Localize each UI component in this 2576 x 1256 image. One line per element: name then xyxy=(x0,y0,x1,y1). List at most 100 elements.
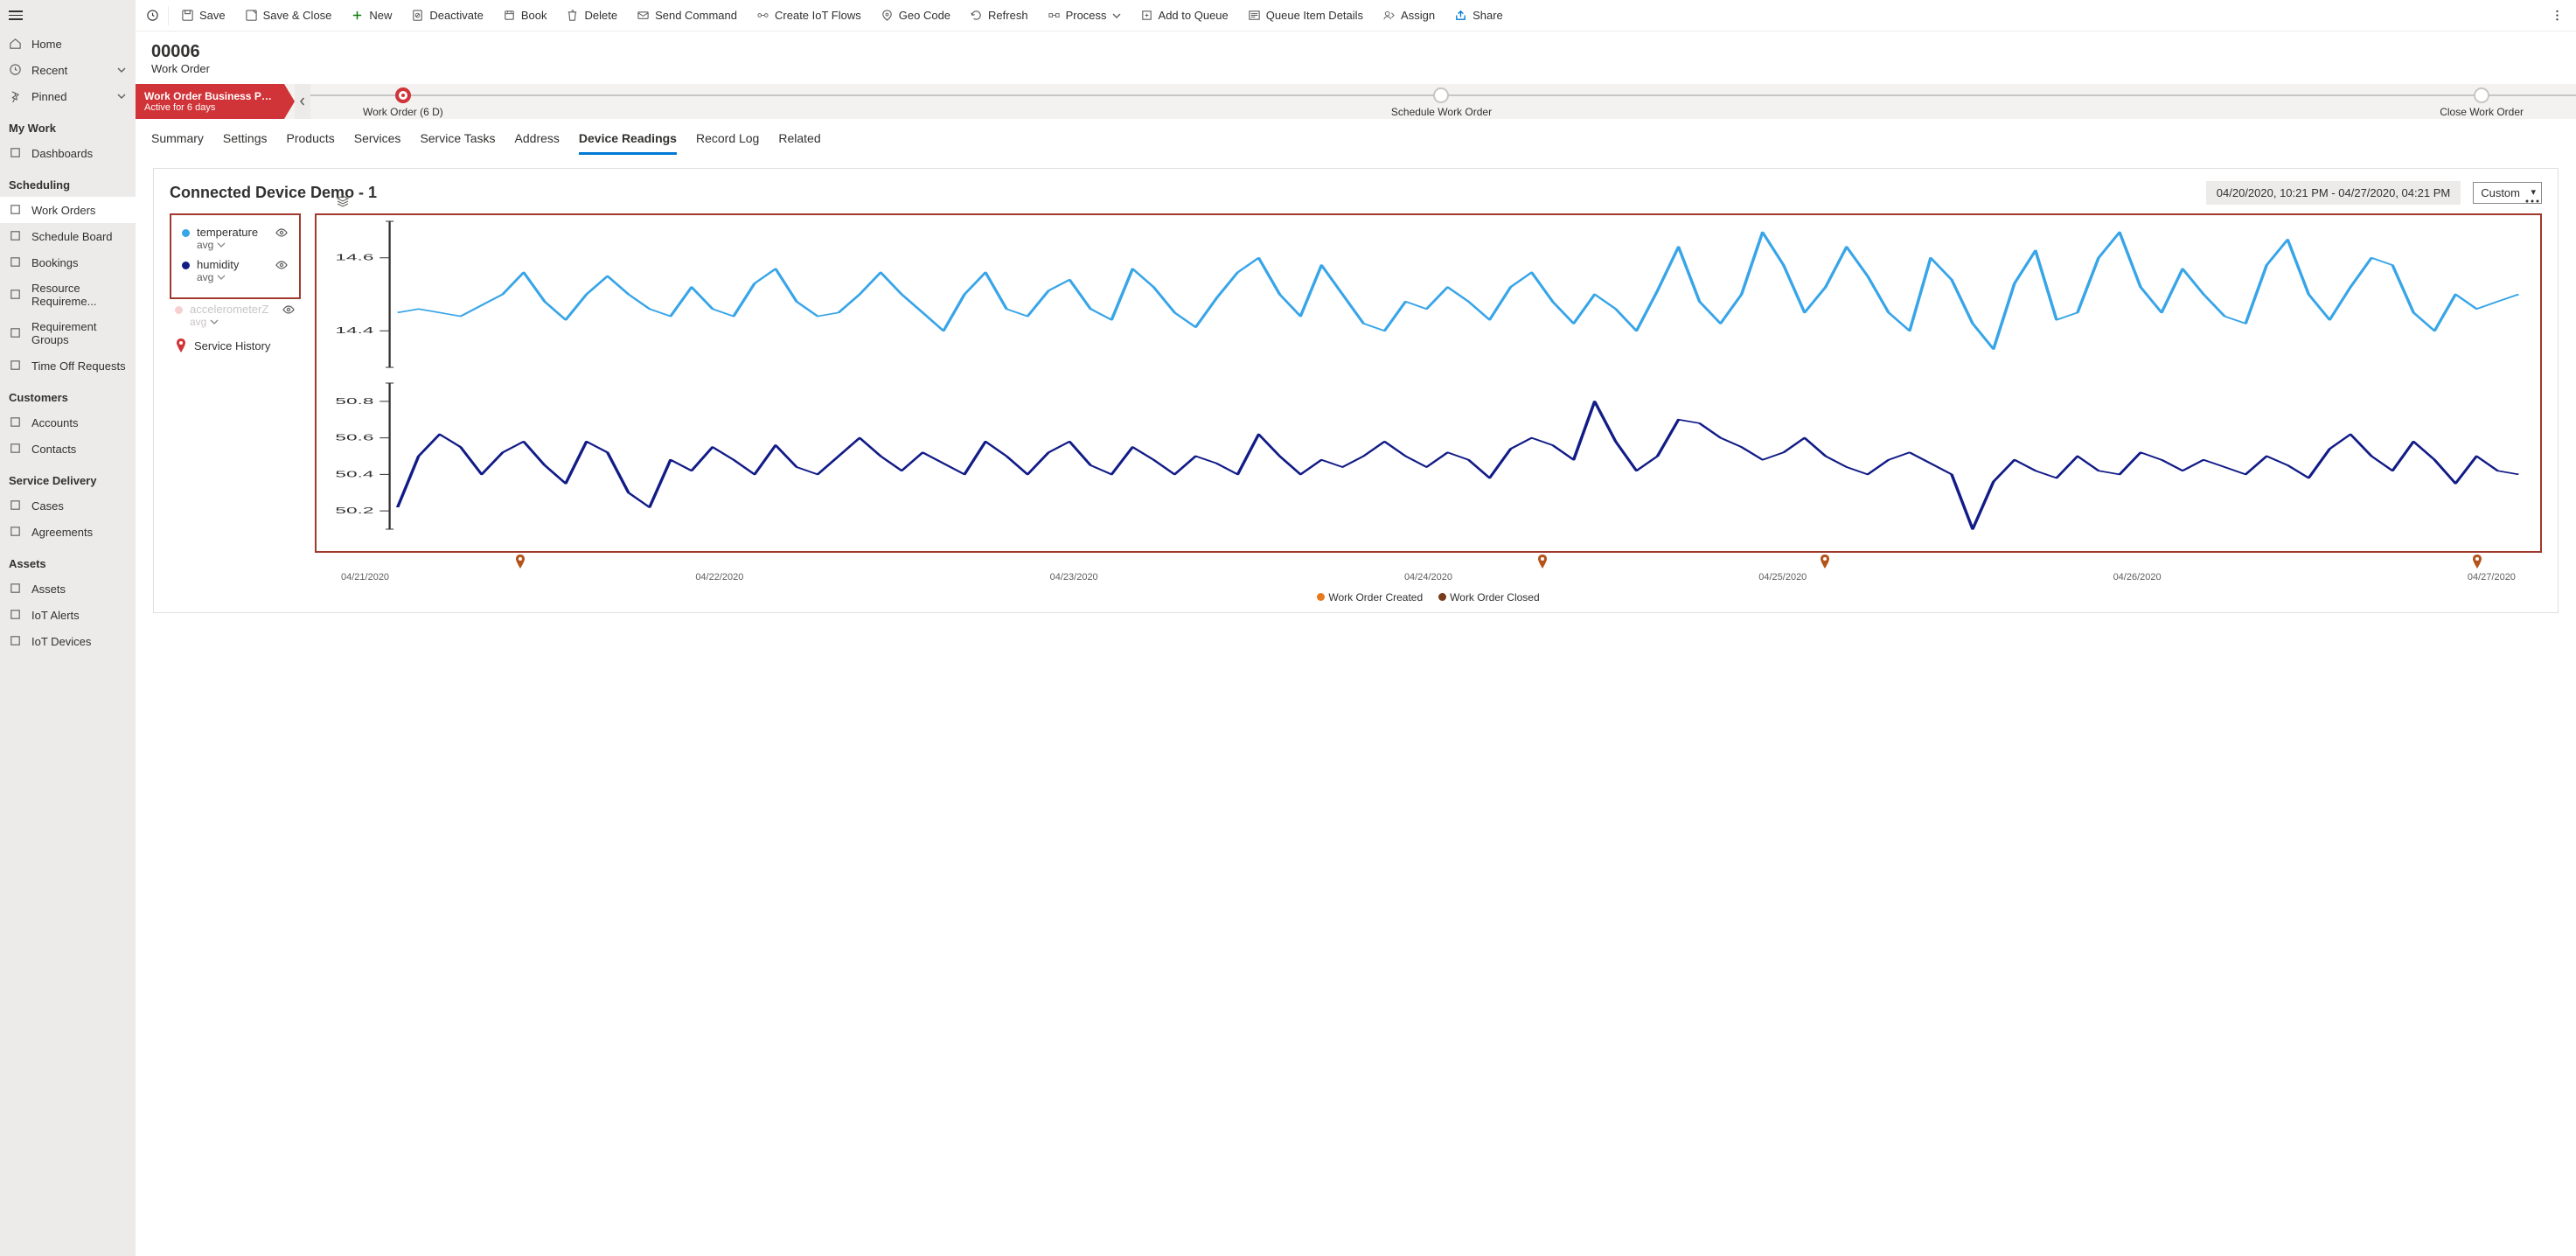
sidebar-item-requirement-groups[interactable]: Requirement Groups xyxy=(0,314,136,352)
save-close-button[interactable]: Save & Close xyxy=(236,3,341,29)
bpf-stage[interactable]: Schedule Work Order xyxy=(1391,85,1492,118)
record-subtitle: Work Order xyxy=(151,62,2560,75)
geo-code-button[interactable]: Geo Code xyxy=(872,3,959,29)
series-legend-panel: temperatureavghumidityavg accelerometerZ… xyxy=(170,213,301,604)
svg-text:50.4: 50.4 xyxy=(335,469,373,478)
x-tick: 04/26/2020 xyxy=(2113,572,2162,583)
back-button[interactable] xyxy=(141,3,164,29)
legend-item-accelerometerZ[interactable]: accelerometerZavg xyxy=(170,299,301,331)
event-legend: Work Order Created Work Order Closed xyxy=(315,583,2542,604)
service-history-toggle[interactable]: Service History xyxy=(170,331,301,352)
delete-button[interactable]: Delete xyxy=(557,3,626,29)
sidebar-group-header: Scheduling xyxy=(0,166,136,197)
sidebar-item-home[interactable]: Home xyxy=(0,31,136,57)
deactivate-button[interactable]: Deactivate xyxy=(402,3,491,29)
eye-icon[interactable] xyxy=(275,226,289,240)
service-history-pin-icon[interactable] xyxy=(515,555,526,569)
generic-icon xyxy=(9,359,22,372)
svg-text:14.4: 14.4 xyxy=(335,325,373,335)
add-to-queue-button[interactable]: Add to Queue xyxy=(1131,3,1237,29)
share-button[interactable]: Share xyxy=(1445,3,1512,29)
bpf-stage[interactable]: Close Work Order xyxy=(2440,85,2524,118)
create-iot-flows-button[interactable]: Create IoT Flows xyxy=(748,3,870,29)
x-tick: 04/23/2020 xyxy=(1050,572,1098,583)
assign-icon xyxy=(1382,9,1396,22)
send-command-button[interactable]: Send Command xyxy=(628,3,746,29)
bpf-flag[interactable]: Work Order Business Pro... Active for 6 … xyxy=(136,84,284,119)
process-icon xyxy=(1048,9,1061,22)
tab-summary[interactable]: Summary xyxy=(151,128,204,155)
generic-icon xyxy=(9,608,22,621)
sidebar-item-agreements[interactable]: Agreements xyxy=(0,519,136,545)
tab-products[interactable]: Products xyxy=(287,128,335,155)
sidebar-item-schedule-board[interactable]: Schedule Board xyxy=(0,223,136,249)
refresh-icon xyxy=(970,9,983,22)
generic-icon xyxy=(9,288,22,301)
service-history-pin-icon[interactable] xyxy=(2472,555,2482,569)
dot-created-icon xyxy=(1317,593,1325,601)
chevron-down-icon xyxy=(116,91,127,101)
chart-more-button[interactable] xyxy=(2524,194,2540,211)
more-vertical-icon xyxy=(2551,9,2564,22)
sidebar-item-cases[interactable]: Cases xyxy=(0,492,136,519)
sidebar-item-dashboards[interactable]: Dashboards xyxy=(0,140,136,166)
service-history-pin-icon[interactable] xyxy=(1820,555,1830,569)
tab-related[interactable]: Related xyxy=(778,128,820,155)
eye-icon[interactable] xyxy=(282,303,296,317)
new-button[interactable]: New xyxy=(342,3,400,29)
sidebar-group-header: My Work xyxy=(0,109,136,140)
pin-icon xyxy=(9,89,22,102)
deactivate-icon xyxy=(411,9,424,22)
queue-item-details-button[interactable]: Queue Item Details xyxy=(1239,3,1372,29)
service-history-pin-icon[interactable] xyxy=(1537,555,1548,569)
sidebar-item-resource-requireme-[interactable]: Resource Requireme... xyxy=(0,276,136,314)
delete-icon xyxy=(566,9,579,22)
tab-settings[interactable]: Settings xyxy=(223,128,268,155)
sidebar-item-bookings[interactable]: Bookings xyxy=(0,249,136,276)
sidebar-item-contacts[interactable]: Contacts xyxy=(0,436,136,462)
legend-dot-icon xyxy=(182,229,190,237)
sidebar-item-accounts[interactable]: Accounts xyxy=(0,409,136,436)
sidebar-item-recent[interactable]: Recent xyxy=(0,57,136,83)
sidebar-item-time-off-requests[interactable]: Time Off Requests xyxy=(0,352,136,379)
save-button[interactable]: Save xyxy=(172,3,234,29)
x-axis-ticks: 04/21/202004/22/202004/23/202004/24/2020… xyxy=(315,569,2542,583)
generic-icon xyxy=(9,525,22,538)
service-history-pin-row xyxy=(341,555,2516,569)
clock-icon xyxy=(9,63,22,76)
pin-icon xyxy=(175,338,187,352)
left-rail: HomeRecentPinned My WorkDashboardsSchedu… xyxy=(0,0,136,1256)
date-range[interactable]: 04/20/2020, 10:21 PM - 04/27/2020, 04:21… xyxy=(2206,181,2461,205)
eye-icon[interactable] xyxy=(275,258,289,272)
book-button[interactable]: Book xyxy=(494,3,556,29)
sidebar-item-pinned[interactable]: Pinned xyxy=(0,83,136,109)
legend-item-temperature[interactable]: temperatureavg xyxy=(177,222,294,255)
tab-device-readings[interactable]: Device Readings xyxy=(579,128,677,155)
sidebar-group-header: Customers xyxy=(0,379,136,409)
layers-button[interactable] xyxy=(336,194,350,211)
bpf-stage[interactable]: Work Order (6 D) xyxy=(363,85,443,118)
hamburger-icon[interactable] xyxy=(9,10,23,21)
tab-record-log[interactable]: Record Log xyxy=(696,128,759,155)
chart-frame: 14.414.650.250.450.650.8 xyxy=(315,213,2542,553)
overflow-button[interactable] xyxy=(2544,3,2571,29)
refresh-button[interactable]: Refresh xyxy=(961,3,1037,29)
generic-icon xyxy=(9,634,22,647)
sidebar-item-iot-alerts[interactable]: IoT Alerts xyxy=(0,602,136,628)
bpf-collapse-button[interactable] xyxy=(295,84,310,119)
sidebar-item-work-orders[interactable]: Work Orders xyxy=(0,197,136,223)
chart[interactable]: 14.414.650.250.450.650.8 xyxy=(318,217,2538,549)
queue-details-icon xyxy=(1248,9,1261,22)
sidebar-item-assets[interactable]: Assets xyxy=(0,576,136,602)
chevron-down-icon xyxy=(217,241,226,249)
tab-address[interactable]: Address xyxy=(515,128,560,155)
assign-button[interactable]: Assign xyxy=(1374,3,1444,29)
tab-service-tasks[interactable]: Service Tasks xyxy=(420,128,495,155)
sidebar-item-iot-devices[interactable]: IoT Devices xyxy=(0,628,136,654)
legend-item-humidity[interactable]: humidityavg xyxy=(177,255,294,287)
more-horizontal-icon xyxy=(2524,194,2540,208)
clock-arrow-icon xyxy=(146,9,159,22)
process-button[interactable]: Process xyxy=(1039,3,1130,29)
generic-icon xyxy=(9,499,22,512)
tab-services[interactable]: Services xyxy=(354,128,401,155)
